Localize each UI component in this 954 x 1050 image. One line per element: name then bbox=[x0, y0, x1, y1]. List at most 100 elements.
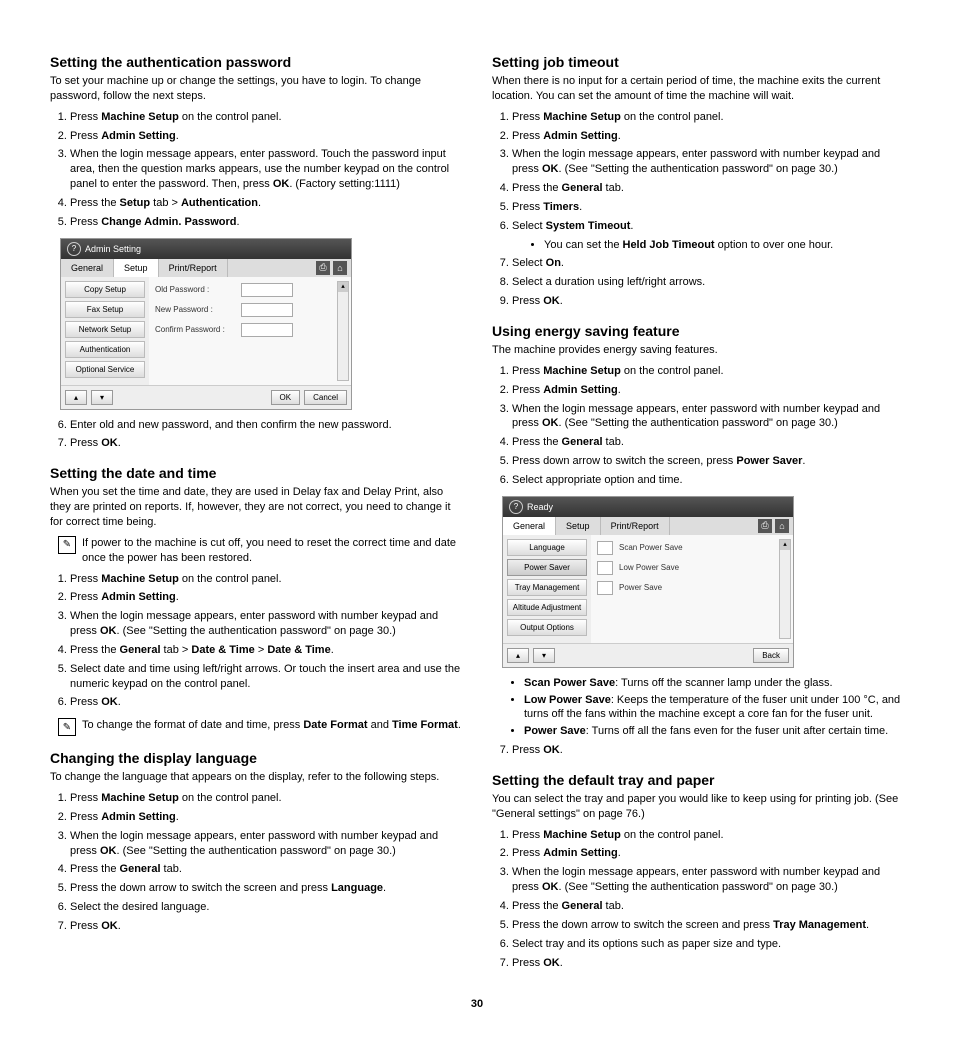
home-icon: ⌂ bbox=[333, 261, 347, 275]
tab-setup: Setup bbox=[556, 517, 601, 535]
tab-print-report: Print/Report bbox=[159, 259, 228, 277]
step: Press Machine Setup on the control panel… bbox=[512, 828, 904, 843]
step: When the login message appears, enter pa… bbox=[512, 865, 904, 895]
heading-auth-password: Setting the authentication password bbox=[50, 54, 462, 70]
help-icon: ? bbox=[67, 242, 81, 256]
page-number: 30 bbox=[50, 998, 904, 1010]
screenshot-admin-setting: ? Admin Setting General Setup Print/Repo… bbox=[60, 238, 352, 410]
shot2-title: Ready bbox=[527, 502, 553, 512]
input-confirm-password bbox=[241, 323, 293, 337]
step: Press Machine Setup on the control panel… bbox=[512, 110, 904, 125]
note-date-format-text: To change the format of date and time, p… bbox=[82, 718, 462, 736]
scrollbar: ▴ bbox=[337, 281, 349, 381]
sidebar-network-setup: Network Setup bbox=[65, 321, 145, 338]
step: Press Admin Setting. bbox=[512, 846, 904, 861]
opt-low-power-save: Low Power Save bbox=[619, 563, 699, 572]
step: Press the General tab. bbox=[70, 862, 462, 877]
sidebar-power-saver: Power Saver bbox=[507, 559, 587, 576]
step: Press the down arrow to switch the scree… bbox=[512, 918, 904, 933]
step: Press Machine Setup on the control panel… bbox=[70, 110, 462, 125]
nav-up: ▴ bbox=[507, 648, 529, 663]
step: Select tray and its options such as pape… bbox=[512, 937, 904, 952]
step: Press OK. bbox=[70, 436, 462, 451]
step: Press Machine Setup on the control panel… bbox=[70, 791, 462, 806]
step: Press the General tab > Date & Time > Da… bbox=[70, 643, 462, 658]
export-icon: ⎙ bbox=[758, 519, 772, 533]
label-new-password: New Password : bbox=[155, 305, 235, 314]
step: Select the desired language. bbox=[70, 900, 462, 915]
steps-auth-after: Enter old and new password, and then con… bbox=[50, 418, 462, 452]
intro-energy: The machine provides energy saving featu… bbox=[492, 343, 904, 358]
home-icon: ⌂ bbox=[775, 519, 789, 533]
heading-energy: Using energy saving feature bbox=[492, 323, 904, 339]
step: Press Machine Setup on the control panel… bbox=[512, 364, 904, 379]
step: Press OK. bbox=[70, 919, 462, 934]
intro-language: To change the language that appears on t… bbox=[50, 770, 462, 785]
input-old-password bbox=[241, 283, 293, 297]
step: Press Admin Setting. bbox=[512, 129, 904, 144]
step: When the login message appears, enter pa… bbox=[70, 147, 462, 192]
steps-auth: Press Machine Setup on the control panel… bbox=[50, 110, 462, 230]
step: Press the General tab. bbox=[512, 435, 904, 450]
label-old-password: Old Password : bbox=[155, 285, 235, 294]
intro-timeout: When there is no input for a certain per… bbox=[492, 74, 904, 104]
step: When the login message appears, enter pa… bbox=[512, 402, 904, 432]
step: Press Admin Setting. bbox=[70, 129, 462, 144]
step: Press the Setup tab > Authentication. bbox=[70, 196, 462, 211]
step: Press the General tab. bbox=[512, 899, 904, 914]
step: When the login message appears, enter pa… bbox=[512, 147, 904, 177]
heading-job-timeout: Setting job timeout bbox=[492, 54, 904, 70]
opt-scan-power-save: Scan Power Save bbox=[619, 543, 699, 552]
sidebar-altitude: Altitude Adjustment bbox=[507, 599, 587, 616]
label-confirm-password: Confirm Password : bbox=[155, 325, 235, 334]
note-icon: ✎ bbox=[58, 536, 76, 554]
scrollbar: ▴ bbox=[779, 539, 791, 639]
step: Press down arrow to switch the screen, p… bbox=[512, 454, 904, 469]
heading-language: Changing the display language bbox=[50, 750, 462, 766]
step: Press Admin Setting. bbox=[512, 383, 904, 398]
cancel-button: Cancel bbox=[304, 390, 347, 405]
step: Press Change Admin. Password. bbox=[70, 215, 462, 230]
step: When the login message appears, enter pa… bbox=[70, 829, 462, 859]
note-power-cutoff: ✎ If power to the machine is cut off, yo… bbox=[50, 536, 462, 566]
steps-date: Press Machine Setup on the control panel… bbox=[50, 572, 462, 711]
step: Select System Timeout. bbox=[512, 219, 904, 234]
step: Press Admin Setting. bbox=[70, 810, 462, 825]
bullet: Scan Power Save: Turns off the scanner l… bbox=[524, 676, 904, 691]
shot1-title: Admin Setting bbox=[85, 244, 141, 254]
nav-down: ▾ bbox=[533, 648, 555, 663]
opt-box bbox=[597, 561, 613, 575]
back-button: Back bbox=[753, 648, 789, 663]
intro-tray: You can select the tray and paper you wo… bbox=[492, 792, 904, 822]
opt-box bbox=[597, 581, 613, 595]
sidebar-output-options: Output Options bbox=[507, 619, 587, 636]
sidebar-optional-service: Optional Service bbox=[65, 361, 145, 378]
note-icon: ✎ bbox=[58, 718, 76, 736]
step: Press OK. bbox=[70, 695, 462, 710]
sidebar-tray-management: Tray Management bbox=[507, 579, 587, 596]
tab-print-report: Print/Report bbox=[601, 517, 670, 535]
help-icon: ? bbox=[509, 500, 523, 514]
steps-language: Press Machine Setup on the control panel… bbox=[50, 791, 462, 934]
step: Press Admin Setting. bbox=[70, 590, 462, 605]
step: Press the General tab. bbox=[512, 181, 904, 196]
step: Press Machine Setup on the control panel… bbox=[70, 572, 462, 587]
export-icon: ⎙ bbox=[316, 261, 330, 275]
step: Press OK. bbox=[512, 956, 904, 971]
sidebar-authentication: Authentication bbox=[65, 341, 145, 358]
intro-auth: To set your machine up or change the set… bbox=[50, 74, 462, 104]
steps-tray: Press Machine Setup on the control panel… bbox=[492, 828, 904, 971]
intro-date: When you set the time and date, they are… bbox=[50, 485, 462, 530]
bullet: Power Save: Turns off all the fans even … bbox=[524, 724, 904, 739]
sidebar-language: Language bbox=[507, 539, 587, 556]
steps-timeout: Press Machine Setup on the control panel… bbox=[492, 110, 904, 309]
nav-down: ▾ bbox=[91, 390, 113, 405]
note-date-format: ✎ To change the format of date and time,… bbox=[50, 718, 462, 736]
nav-up: ▴ bbox=[65, 390, 87, 405]
step: Enter old and new password, and then con… bbox=[70, 418, 462, 433]
left-column: Setting the authentication password To s… bbox=[50, 40, 462, 978]
right-column: Setting job timeout When there is no inp… bbox=[492, 40, 904, 978]
ok-button: OK bbox=[271, 390, 301, 405]
energy-bullets: Scan Power Save: Turns off the scanner l… bbox=[492, 676, 904, 739]
sidebar-copy-setup: Copy Setup bbox=[65, 281, 145, 298]
